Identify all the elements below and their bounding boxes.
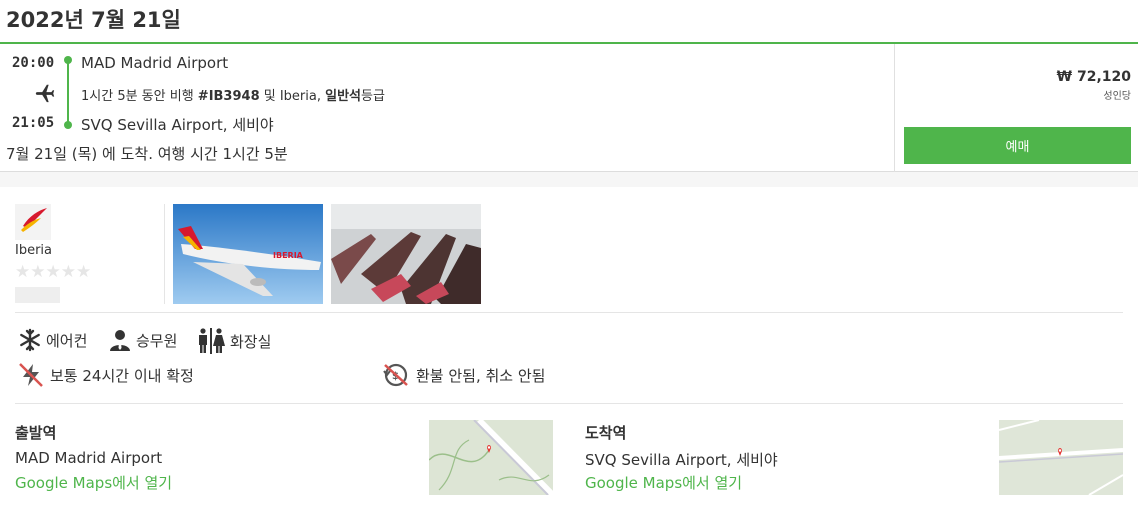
amenity-label: 에어컨 [46,331,88,350]
booking-panel: ₩ 72,120 성인당 예매 [896,44,1138,172]
departure-time: 20:00 [12,55,55,71]
amenity-air-conditioning: 에어컨 [18,328,87,352]
amenity-label: 화장실 [230,332,272,351]
amenity-label: 승무원 [136,331,178,350]
airplane-icon [35,84,55,103]
itinerary-panel: 20:00 21:05 MAD Madrid Airport 1시간 5분 동안… [0,44,895,172]
flight-number: #IB3948 [197,89,260,104]
timeline-start-dot [64,56,72,64]
arrival-map[interactable] [999,420,1123,495]
crew-icon [110,330,130,351]
arrival-airport: SVQ Sevilla Airport, 세비야 [81,116,274,134]
flight-info: 1시간 5분 동안 비행 #IB3948 및 Iberia, 일반석등급 [81,85,385,104]
timeline-end-dot [64,121,72,129]
vertical-divider [164,204,165,304]
arrival-station-title: 도착역 [585,424,627,442]
amenity-restroom: 화장실 [196,328,271,354]
amenity-crew: 승무원 [108,328,177,352]
departure-map-link[interactable]: Google Maps에서 열기 [15,472,172,493]
page-title: 2022년 7월 21일 [6,8,181,32]
aircraft-photo[interactable]: IBERIA [173,204,323,304]
policy-label: 보통 24시간 이내 확정 [50,366,194,385]
departure-airport: MAD Madrid Airport [81,54,229,72]
arrival-time: 21:05 [12,115,55,131]
policy-confirmation: 보통 24시간 이내 확정 [18,362,194,388]
policy-label: 환불 안됨, 취소 안됨 [416,366,546,385]
arrival-note: 7월 21일 (목) 에 도착. 여행 시간 1시간 5분 [6,145,288,163]
price-per-person: 성인당 [1103,91,1131,102]
flight-card: 20:00 21:05 MAD Madrid Airport 1시간 5분 동안… [0,44,1138,172]
section-spacer [0,172,1138,187]
arrival-map-link[interactable]: Google Maps에서 열기 [585,472,742,493]
restroom-icon [199,328,225,354]
no-instant-icon [19,363,43,387]
duration-text: 1시간 5분 동안 비행 [81,89,198,104]
svg-text:IBERIA: IBERIA [273,251,304,260]
price: ₩ 72,120 [1056,69,1131,85]
cabin-class: 일반석 [325,89,362,104]
policy-refund: $ 환불 안됨, 취소 안됨 [382,362,545,388]
departure-map[interactable] [429,420,553,495]
airline-name: Iberia [15,243,53,258]
iberia-logo [15,204,51,240]
section-divider [15,312,1123,313]
class-suffix: 등급 [361,89,385,104]
arrival-station-name: SVQ Sevilla Airport, 세비야 [585,451,778,469]
rating-placeholder [15,287,60,303]
rating-stars: ★★★★★ [15,262,92,282]
departure-station-title: 출발역 [15,424,57,442]
cabin-photo[interactable] [331,204,481,304]
departure-station-name: MAD Madrid Airport [15,449,163,467]
airline-text: 및 Iberia, [259,89,326,104]
snowflake-icon [20,328,40,352]
timeline-line [67,58,69,126]
section-divider [15,403,1123,404]
no-refund-icon: $ [383,363,408,387]
book-button[interactable]: 예매 [904,127,1131,164]
